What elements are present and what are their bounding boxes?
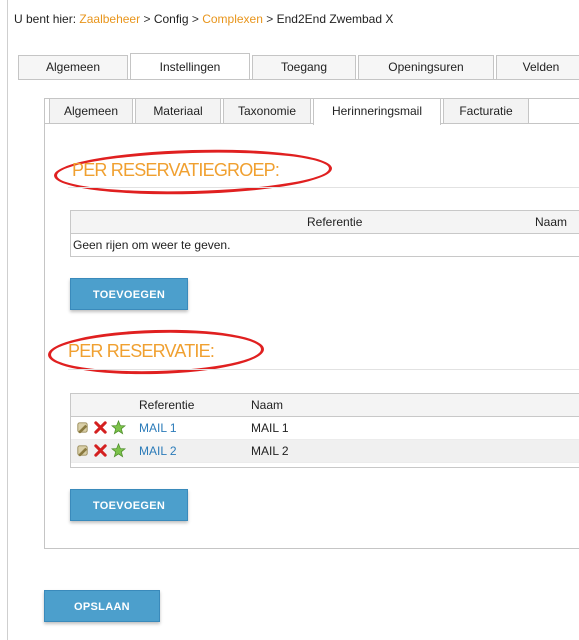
- row-naam: MAIL 2: [251, 444, 289, 458]
- subtab-algemeen[interactable]: Algemeen: [49, 98, 133, 123]
- row-referentie-link[interactable]: MAIL 1: [139, 421, 177, 435]
- empty-message: Geen rijen om weer te geven.: [73, 238, 231, 252]
- tab-toegang[interactable]: Toegang: [252, 55, 356, 79]
- row-naam: MAIL 1: [251, 421, 289, 435]
- reservatie-table: Referentie Naam MAIL 1 MAIL 1 MAIL 2 MAI…: [70, 393, 579, 468]
- delete-x-icon[interactable]: [93, 420, 108, 435]
- breadcrumb-prefix: U bent hier:: [14, 12, 77, 26]
- add-reservatie-button[interactable]: TOEVOEGEN: [70, 489, 188, 521]
- section-divider: [68, 187, 579, 188]
- tab-algemeen[interactable]: Algemeen: [18, 55, 128, 79]
- breadcrumb-item-config: Config: [153, 12, 189, 26]
- tab-divider: [18, 79, 579, 80]
- breadcrumb-separator: >: [191, 12, 199, 26]
- tab-openingsuren[interactable]: Openingsuren: [358, 55, 494, 79]
- subtab-facturatie[interactable]: Facturatie: [443, 98, 529, 123]
- tab-velden[interactable]: Velden: [496, 55, 579, 79]
- reservatiegroep-table: Referentie Naam Geen rijen om weer te ge…: [70, 210, 579, 257]
- save-button[interactable]: OPSLAAN: [44, 590, 160, 622]
- section-title-reservatiegroep: PER RESERVATIEGROEP:: [72, 160, 280, 180]
- add-reservatiegroep-button[interactable]: TOEVOEGEN: [70, 278, 188, 310]
- star-icon[interactable]: [111, 420, 126, 435]
- column-header-referentie[interactable]: Referentie: [307, 215, 362, 229]
- star-icon[interactable]: [111, 443, 126, 458]
- tab-instellingen[interactable]: Instellingen: [130, 53, 250, 79]
- column-header-referentie[interactable]: Referentie: [139, 398, 194, 412]
- breadcrumb: U bent hier: Zaalbeheer > Config > Compl…: [14, 12, 393, 26]
- row-referentie-link[interactable]: MAIL 2: [139, 444, 177, 458]
- main-tabs: Algemeen Instellingen Toegang Openingsur…: [18, 53, 579, 80]
- subtab-divider: [44, 123, 313, 124]
- subtab-materiaal[interactable]: Materiaal: [135, 98, 221, 123]
- subtab-herinneringsmail[interactable]: Herinneringsmail: [313, 98, 441, 125]
- table-row: MAIL 2 MAIL 2: [71, 440, 579, 463]
- subtab-taxonomie[interactable]: Taxonomie: [223, 98, 311, 123]
- subtab-divider: [441, 123, 579, 124]
- breadcrumb-item-zaalbeheer[interactable]: Zaalbeheer: [79, 12, 140, 26]
- table-header: Referentie Naam: [71, 211, 579, 234]
- breadcrumb-item-complexen[interactable]: Complexen: [202, 12, 263, 26]
- edit-pencil-icon[interactable]: [75, 420, 90, 435]
- settings-sub-tabs: Algemeen Materiaal Taxonomie Herinnering…: [49, 98, 579, 125]
- edit-pencil-icon[interactable]: [75, 443, 90, 458]
- table-header: Referentie Naam: [71, 394, 579, 417]
- breadcrumb-item-current: End2End Zwembad X: [276, 12, 394, 26]
- section-divider: [68, 369, 579, 370]
- section-title-reservatie: PER RESERVATIE:: [68, 341, 215, 361]
- breadcrumb-separator: >: [266, 12, 274, 26]
- delete-x-icon[interactable]: [93, 443, 108, 458]
- breadcrumb-separator: >: [143, 12, 151, 26]
- column-header-naam[interactable]: Naam: [535, 215, 567, 229]
- table-row: MAIL 1 MAIL 1: [71, 417, 579, 440]
- column-header-naam[interactable]: Naam: [251, 398, 283, 412]
